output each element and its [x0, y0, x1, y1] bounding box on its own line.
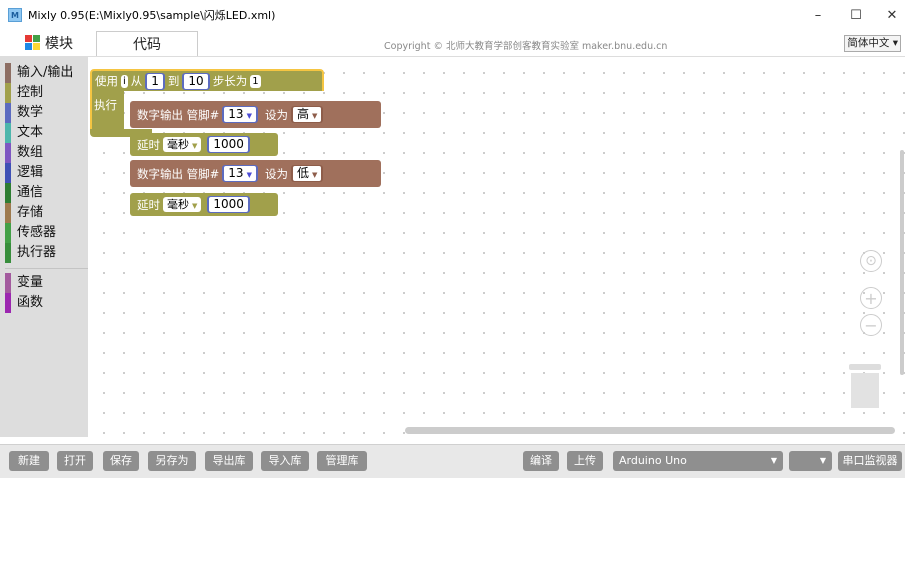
category-communication[interactable]: 通信 — [5, 183, 43, 203]
compile-button[interactable]: 编译 — [523, 451, 559, 471]
block-workspace[interactable]: 使用 i 从 1 到 10 步长为 1 执行 数字输出 管脚# 13 ▼ 设为 高… — [88, 57, 905, 437]
delay-value-slot: 1000 — [207, 136, 250, 153]
delay-block[interactable]: 延时 毫秒 ▼ 1000 — [130, 133, 278, 156]
toolbox-divider — [5, 268, 88, 269]
loop-exec-label: 执行 — [94, 98, 117, 112]
vertical-scrollbar[interactable] — [900, 150, 904, 375]
save-as-button[interactable]: 另存为 — [148, 451, 196, 471]
trash-can — [851, 373, 879, 408]
category-io[interactable]: 输入/输出 — [5, 63, 73, 83]
mixly-app-icon: M — [8, 8, 22, 22]
language-select[interactable]: 简体中文 ▾ — [844, 35, 901, 52]
board-select[interactable]: Arduino Uno ▼ — [613, 451, 783, 471]
zoom-in-icon[interactable]: + — [860, 287, 882, 309]
category-functions[interactable]: 函数 — [5, 293, 43, 313]
center-icon[interactable]: ⊙ — [860, 250, 882, 272]
set-to-label: 设为 — [264, 107, 288, 122]
console-output[interactable] — [0, 478, 905, 574]
puzzle-icon — [25, 35, 41, 51]
category-actuator[interactable]: 执行器 — [5, 243, 56, 263]
title-bar: M Mixly 0.95(E:\Mixly0.95\sample\闪烁LED.x… — [0, 0, 905, 30]
loop-from-label: 从 — [130, 74, 143, 88]
tab-blocks-label: 模块 — [45, 36, 73, 52]
export-library-button[interactable]: 导出库 — [205, 451, 253, 471]
import-library-button[interactable]: 导入库 — [261, 451, 309, 471]
pin-dropdown[interactable]: 13 ▼ — [224, 107, 256, 122]
loop-from-slot: 1 — [145, 72, 165, 90]
loop-to-slot: 10 — [182, 72, 210, 90]
save-button[interactable]: 保存 — [103, 451, 139, 471]
category-array[interactable]: 数组 — [5, 143, 43, 163]
board-select-value: Arduino Uno — [619, 454, 687, 467]
chevron-down-icon: ▼ — [819, 456, 826, 465]
digital-write-block[interactable]: 数字输出 管脚# 13 ▼ 设为 低 ▼ — [130, 160, 381, 187]
loop-left-arm: 执行 — [90, 91, 124, 129]
manage-library-button[interactable]: 管理库 — [317, 451, 367, 471]
toolbox: 输入/输出 控制 数学 文本 数组 逻辑 通信 存储 传感器 执行器 变量 函数 — [0, 57, 88, 437]
loop-step-label: 步长为 — [212, 74, 248, 88]
minimize-button[interactable]: – — [800, 0, 836, 30]
digital-write-label: 数字输出 管脚# — [137, 166, 220, 181]
delay-unit-dropdown[interactable]: 毫秒 ▼ — [163, 197, 202, 212]
category-math[interactable]: 数学 — [5, 103, 43, 123]
serial-monitor-button[interactable]: 串口监视器 — [838, 451, 902, 471]
pin-slot: 13 ▼ — [222, 106, 258, 123]
level-dropdown[interactable]: 高 ▼ — [292, 107, 322, 122]
trash-lid — [849, 364, 881, 370]
loop-variable-field[interactable]: i — [121, 74, 128, 88]
delay-value[interactable]: 1000 — [209, 137, 248, 152]
loop-to-value[interactable]: 10 — [184, 73, 208, 89]
category-sensor[interactable]: 传感器 — [5, 223, 56, 243]
loop-to-label: 到 — [167, 74, 180, 88]
category-variables[interactable]: 变量 — [5, 273, 43, 293]
close-button[interactable]: ✕ — [874, 0, 905, 30]
copyright-text: Copyright © 北师大教育学部创客教育实验室 maker.bnu.edu… — [384, 41, 668, 52]
level-slot: 低 ▼ — [290, 165, 324, 182]
for-loop-block[interactable]: 使用 i 从 1 到 10 步长为 1 — [90, 69, 324, 91]
level-dropdown[interactable]: 低 ▼ — [292, 166, 322, 181]
delay-value-slot: 1000 — [207, 196, 250, 213]
new-button[interactable]: 新建 — [9, 451, 49, 471]
pin-slot: 13 ▼ — [222, 165, 258, 182]
tab-code[interactable]: 代码 — [96, 31, 198, 56]
port-select[interactable]: ▼ — [789, 451, 832, 471]
pin-dropdown[interactable]: 13 ▼ — [224, 166, 256, 181]
delay-label: 延时 — [137, 137, 160, 152]
trash-icon[interactable] — [849, 364, 881, 408]
category-control[interactable]: 控制 — [5, 83, 43, 103]
loop-from-value[interactable]: 1 — [147, 73, 163, 89]
zoom-out-icon[interactable]: − — [860, 314, 882, 336]
open-button[interactable]: 打开 — [57, 451, 93, 471]
delay-block[interactable]: 延时 毫秒 ▼ 1000 — [130, 193, 278, 216]
category-storage[interactable]: 存储 — [5, 203, 43, 223]
delay-unit-dropdown[interactable]: 毫秒 ▼ — [163, 137, 202, 152]
digital-write-block[interactable]: 数字输出 管脚# 13 ▼ 设为 高 ▼ — [130, 101, 381, 128]
top-bar: 模块 代码 Copyright © 北师大教育学部创客教育实验室 maker.b… — [0, 30, 905, 57]
upload-button[interactable]: 上传 — [567, 451, 603, 471]
category-text[interactable]: 文本 — [5, 123, 43, 143]
window-title: Mixly 0.95(E:\Mixly0.95\sample\闪烁LED.xml… — [28, 9, 276, 22]
chevron-down-icon: ▼ — [770, 456, 777, 465]
tab-blocks[interactable]: 模块 — [6, 32, 92, 54]
bottom-toolbar: 新建 打开 保存 另存为 导出库 导入库 管理库 编译 上传 Arduino U… — [0, 444, 905, 478]
delay-label: 延时 — [137, 197, 160, 212]
maximize-button[interactable]: ☐ — [838, 0, 874, 30]
level-slot: 高 ▼ — [290, 106, 324, 123]
category-logic[interactable]: 逻辑 — [5, 163, 43, 183]
delay-value[interactable]: 1000 — [209, 197, 248, 212]
loop-use-label: 使用 — [95, 74, 118, 88]
horizontal-scrollbar[interactable] — [405, 427, 895, 434]
digital-write-label: 数字输出 管脚# — [137, 107, 220, 122]
loop-step-value[interactable]: 1 — [250, 74, 261, 88]
set-to-label: 设为 — [264, 166, 288, 181]
